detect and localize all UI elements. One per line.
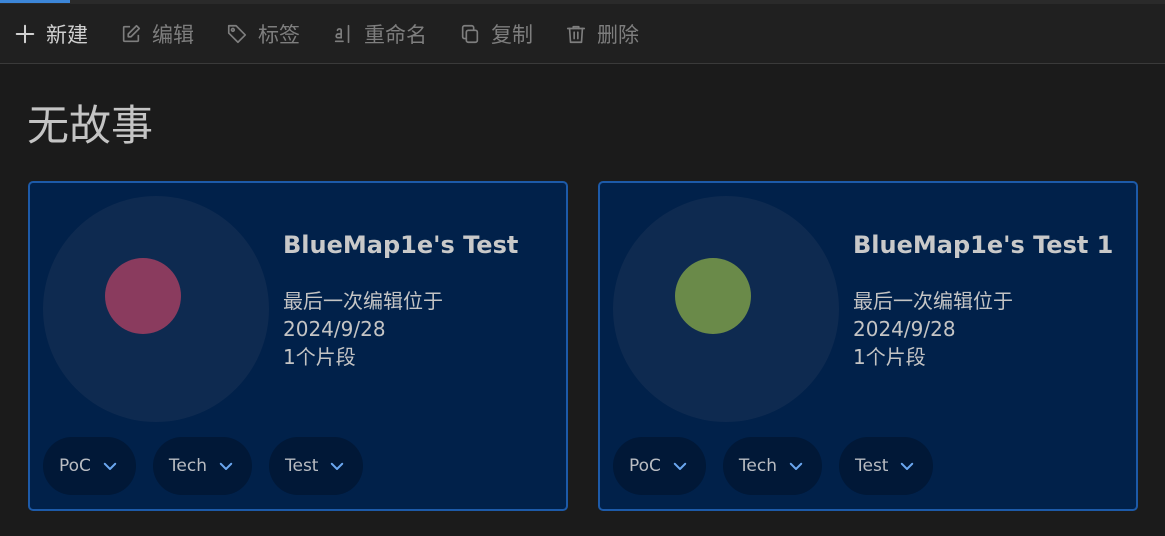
tag-button[interactable]: 标签 (226, 14, 300, 54)
story-color-dot (675, 258, 751, 334)
tag-list: PoC Tech Test (43, 437, 380, 495)
copy-button[interactable]: 复制 (459, 14, 533, 54)
tag-label: Tech (738, 456, 777, 476)
tag-dropdown-poc[interactable]: PoC (43, 437, 136, 495)
trash-icon (565, 23, 587, 45)
chevron-down-icon (101, 457, 119, 475)
rename-button[interactable]: 重命名 (332, 14, 427, 54)
tag-list: PoC Tech Test (613, 437, 950, 495)
story-color-dot (105, 258, 181, 334)
page-title: 无故事 (27, 101, 154, 150)
chevron-down-icon (898, 457, 916, 475)
story-meta: 最后一次编辑位于 2024/9/28 1个片段 (283, 287, 443, 371)
toolbar: 新建 编辑 标签 重命名 复制 删除 (0, 4, 1165, 64)
tag-dropdown-poc[interactable]: PoC (613, 437, 706, 495)
chevron-down-icon (787, 457, 805, 475)
last-edit-date: 2024/9/28 (283, 317, 386, 341)
tag-label: PoC (59, 456, 91, 476)
plus-icon (14, 23, 36, 45)
edit-button-label: 编辑 (152, 22, 194, 47)
segment-count: 1个片段 (283, 345, 356, 369)
chevron-down-icon (328, 457, 346, 475)
tag-label: Tech (168, 456, 207, 476)
rename-icon (332, 23, 354, 45)
chevron-down-icon (217, 457, 235, 475)
tag-dropdown-test[interactable]: Test (269, 437, 364, 495)
delete-button[interactable]: 删除 (565, 14, 639, 54)
tag-label: PoC (629, 456, 661, 476)
story-name: BlueMap1e's Test (283, 231, 519, 259)
segment-count: 1个片段 (853, 345, 926, 369)
chevron-down-icon (671, 457, 689, 475)
tag-button-label: 标签 (258, 22, 300, 47)
story-meta: 最后一次编辑位于 2024/9/28 1个片段 (853, 287, 1013, 371)
copy-icon (459, 23, 481, 45)
edit-button[interactable]: 编辑 (120, 14, 194, 54)
copy-button-label: 复制 (491, 22, 533, 47)
last-edit-date: 2024/9/28 (853, 317, 956, 341)
story-card[interactable]: BlueMap1e's Test 最后一次编辑位于 2024/9/28 1个片段… (28, 181, 568, 511)
tag-dropdown-test[interactable]: Test (839, 437, 934, 495)
edit-icon (120, 23, 142, 45)
last-edit-label: 最后一次编辑位于 (283, 289, 443, 313)
rename-button-label: 重命名 (364, 22, 427, 47)
story-card[interactable]: BlueMap1e's Test 1 最后一次编辑位于 2024/9/28 1个… (598, 181, 1138, 511)
tag-label: Test (855, 456, 889, 476)
top-accent-bar (0, 0, 70, 3)
tag-label: Test (285, 456, 319, 476)
tag-dropdown-tech[interactable]: Tech (152, 437, 252, 495)
tag-icon (226, 23, 248, 45)
story-name: BlueMap1e's Test 1 (853, 231, 1114, 259)
new-button-label: 新建 (46, 22, 88, 47)
last-edit-label: 最后一次编辑位于 (853, 289, 1013, 313)
new-button[interactable]: 新建 (14, 14, 88, 54)
tag-dropdown-tech[interactable]: Tech (722, 437, 822, 495)
delete-button-label: 删除 (597, 22, 639, 47)
